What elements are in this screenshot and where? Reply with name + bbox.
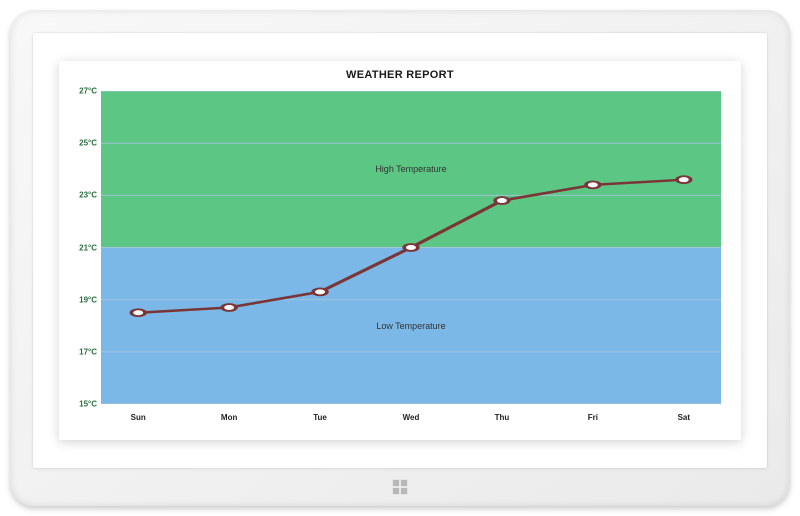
chart-svg — [101, 91, 721, 404]
y-axis-tick: 27°C — [69, 87, 97, 96]
tablet-screen: WEATHER REPORT 27°C25°C23°C21°C19°C17°C1… — [33, 33, 767, 468]
tablet-frame: WEATHER REPORT 27°C25°C23°C21°C19°C17°C1… — [10, 10, 790, 506]
y-axis-tick: 17°C — [69, 347, 97, 356]
chart-plot-area: 27°C25°C23°C21°C19°C17°C15°CSunMonTueWed… — [101, 91, 721, 404]
x-axis-tick: Sat — [678, 413, 690, 422]
y-axis-tick: 21°C — [69, 243, 97, 252]
chart-title: WEATHER REPORT — [59, 69, 741, 81]
y-axis-tick: 25°C — [69, 139, 97, 148]
x-axis-tick: Thu — [495, 413, 510, 422]
y-axis-tick: 19°C — [69, 295, 97, 304]
x-axis-tick: Mon — [221, 413, 237, 422]
x-axis-tick: Fri — [588, 413, 598, 422]
x-axis-tick: Wed — [403, 413, 420, 422]
x-axis-tick: Tue — [313, 413, 327, 422]
windows-home-icon[interactable] — [391, 478, 409, 496]
x-axis-tick: Sun — [131, 413, 146, 422]
zone-label: High Temperature — [375, 164, 446, 174]
chart-card: WEATHER REPORT 27°C25°C23°C21°C19°C17°C1… — [59, 61, 741, 440]
zone-label: Low Temperature — [376, 321, 445, 331]
y-axis-tick: 15°C — [69, 400, 97, 409]
y-axis-tick: 23°C — [69, 191, 97, 200]
